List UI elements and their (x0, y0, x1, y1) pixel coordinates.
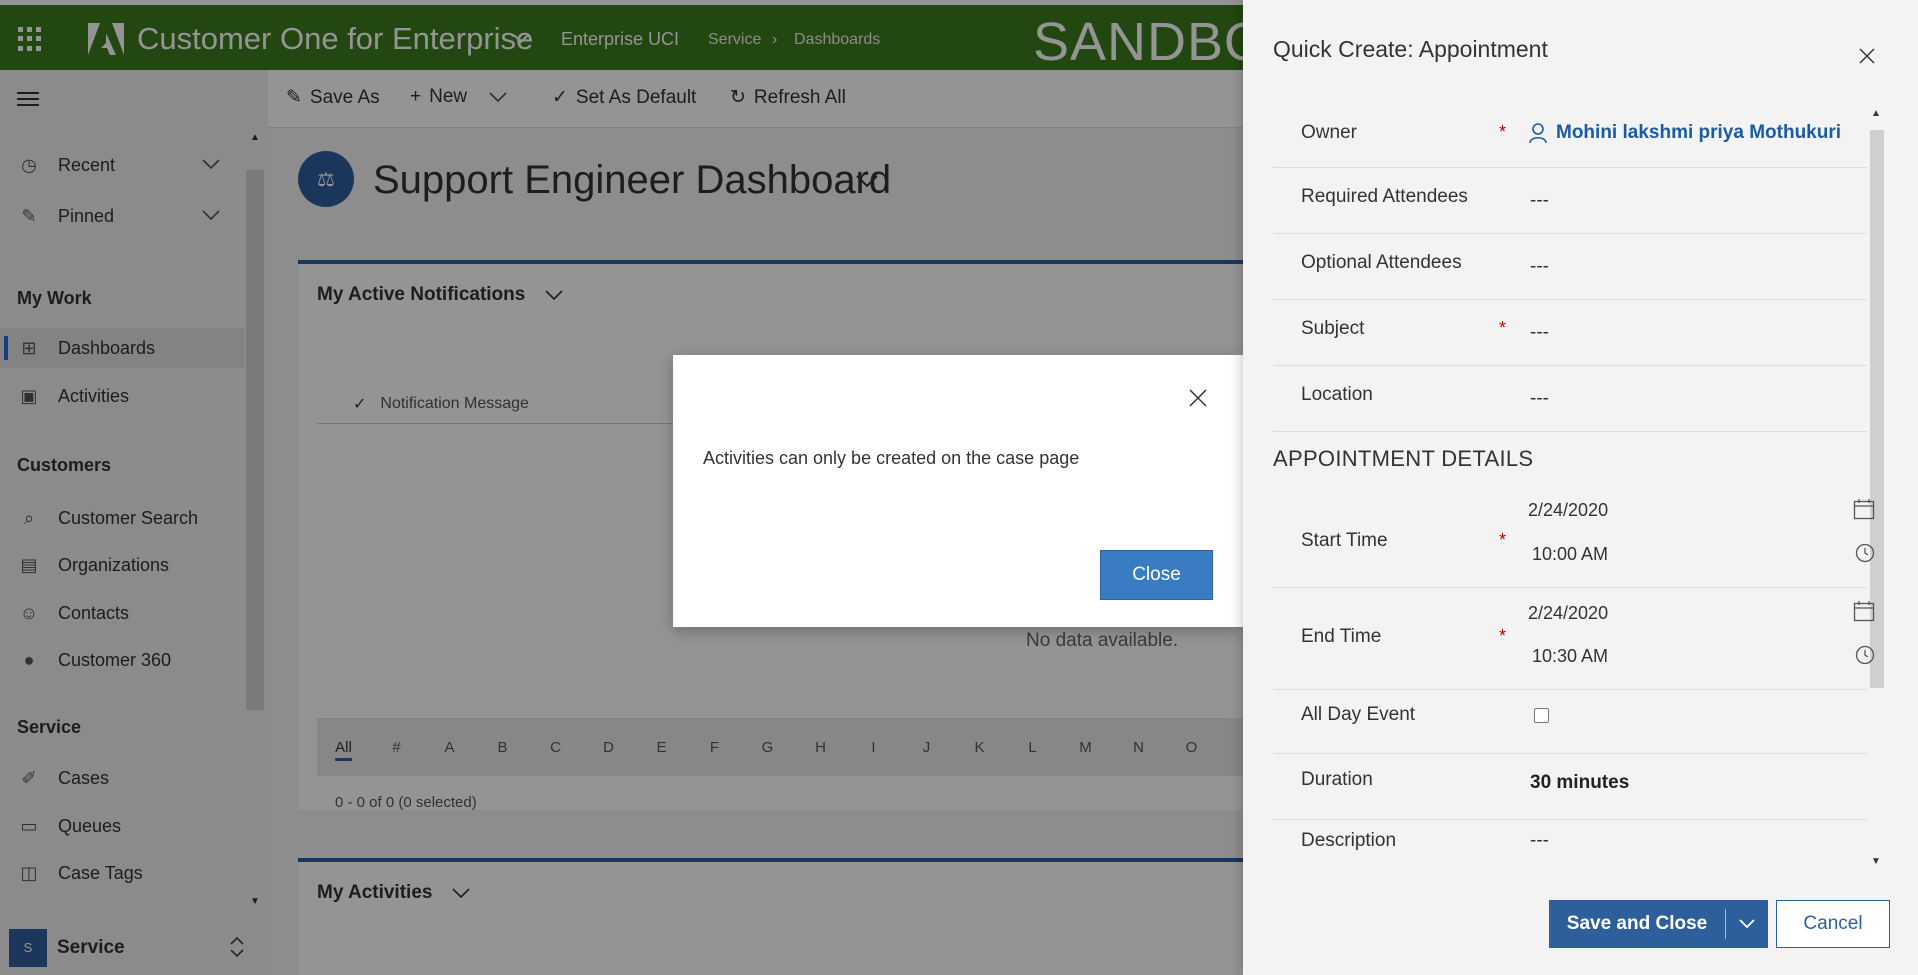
field-end-time: End Time * 2/24/2020 10:30 AM (1273, 588, 1875, 690)
all-day-event-label: All Day Event (1301, 704, 1416, 725)
scroll-up-icon[interactable]: ▲ (1871, 108, 1881, 119)
field-owner: Owner * Mohini lakshmi priya Mothukuri (1273, 106, 1867, 168)
save-and-close-label: Save and Close (1566, 913, 1708, 934)
end-date-input[interactable]: 2/24/2020 (1528, 603, 1608, 624)
calendar-icon[interactable] (1853, 600, 1875, 622)
required-marker: * (1499, 122, 1507, 142)
field-duration: Duration 30 minutes (1273, 754, 1867, 820)
start-time-label: Start Time (1301, 530, 1388, 551)
required-attendees-input[interactable]: --- (1530, 190, 1549, 212)
field-subject: Subject * --- (1273, 300, 1867, 366)
chevron-down-icon[interactable] (1738, 918, 1756, 930)
close-icon[interactable] (1187, 387, 1209, 409)
description-label: Description (1301, 830, 1397, 851)
alert-dialog: Activities can only be created on the ca… (673, 355, 1243, 627)
clock-icon[interactable] (1855, 645, 1875, 665)
calendar-icon[interactable] (1853, 498, 1875, 520)
optional-attendees-label: Optional Attendees (1301, 252, 1462, 273)
optional-attendees-input[interactable]: --- (1530, 256, 1549, 278)
location-label: Location (1301, 384, 1373, 405)
location-input[interactable]: --- (1530, 388, 1549, 410)
subject-input[interactable]: --- (1530, 322, 1549, 344)
all-day-event-checkbox[interactable] (1534, 708, 1549, 723)
field-location: Location --- (1273, 366, 1867, 432)
cancel-button[interactable]: Cancel (1776, 900, 1890, 948)
clock-icon[interactable] (1855, 543, 1875, 563)
owner-lookup[interactable]: Mohini lakshmi priya Mothukuri (1528, 122, 1841, 144)
save-and-close-button[interactable]: Save and Close (1549, 900, 1768, 948)
end-time-label: End Time (1301, 626, 1382, 647)
start-time-input[interactable]: 10:00 AM (1532, 544, 1608, 565)
required-marker: * (1499, 530, 1507, 550)
close-button[interactable]: Close (1100, 550, 1213, 600)
quick-create-footer: Save and Close Cancel (1243, 900, 1918, 956)
close-icon[interactable] (1857, 46, 1877, 66)
field-required-attendees: Required Attendees --- (1273, 168, 1867, 234)
field-optional-attendees: Optional Attendees --- (1273, 234, 1867, 300)
section-appointment-details: APPOINTMENT DETAILS (1273, 446, 1534, 471)
field-start-time: Start Time * 2/24/2020 10:00 AM (1273, 486, 1875, 588)
quick-create-pane: Quick Create: Appointment ▲ ▼ Owner * Mo… (1243, 0, 1918, 975)
duration-label: Duration (1301, 769, 1373, 790)
scroll-down-icon[interactable]: ▼ (1871, 856, 1881, 867)
required-marker: * (1499, 318, 1507, 338)
person-icon (1529, 123, 1547, 144)
dialog-message: Activities can only be created on the ca… (703, 448, 1080, 468)
quick-create-title: Quick Create: Appointment (1273, 36, 1548, 62)
owner-value: Mohini lakshmi priya Mothukuri (1556, 122, 1842, 143)
owner-label: Owner (1301, 122, 1357, 143)
save-options-dropdown[interactable] (1726, 918, 1768, 930)
description-input[interactable]: --- (1530, 830, 1549, 852)
required-marker: * (1499, 626, 1507, 646)
subject-label: Subject (1301, 318, 1365, 339)
required-attendees-label: Required Attendees (1301, 186, 1468, 207)
field-all-day-event: All Day Event (1273, 690, 1867, 754)
end-time-input[interactable]: 10:30 AM (1532, 646, 1608, 667)
start-date-input[interactable]: 2/24/2020 (1528, 500, 1608, 521)
field-description: Description --- (1273, 820, 1867, 872)
duration-select[interactable]: 30 minutes (1530, 772, 1629, 794)
